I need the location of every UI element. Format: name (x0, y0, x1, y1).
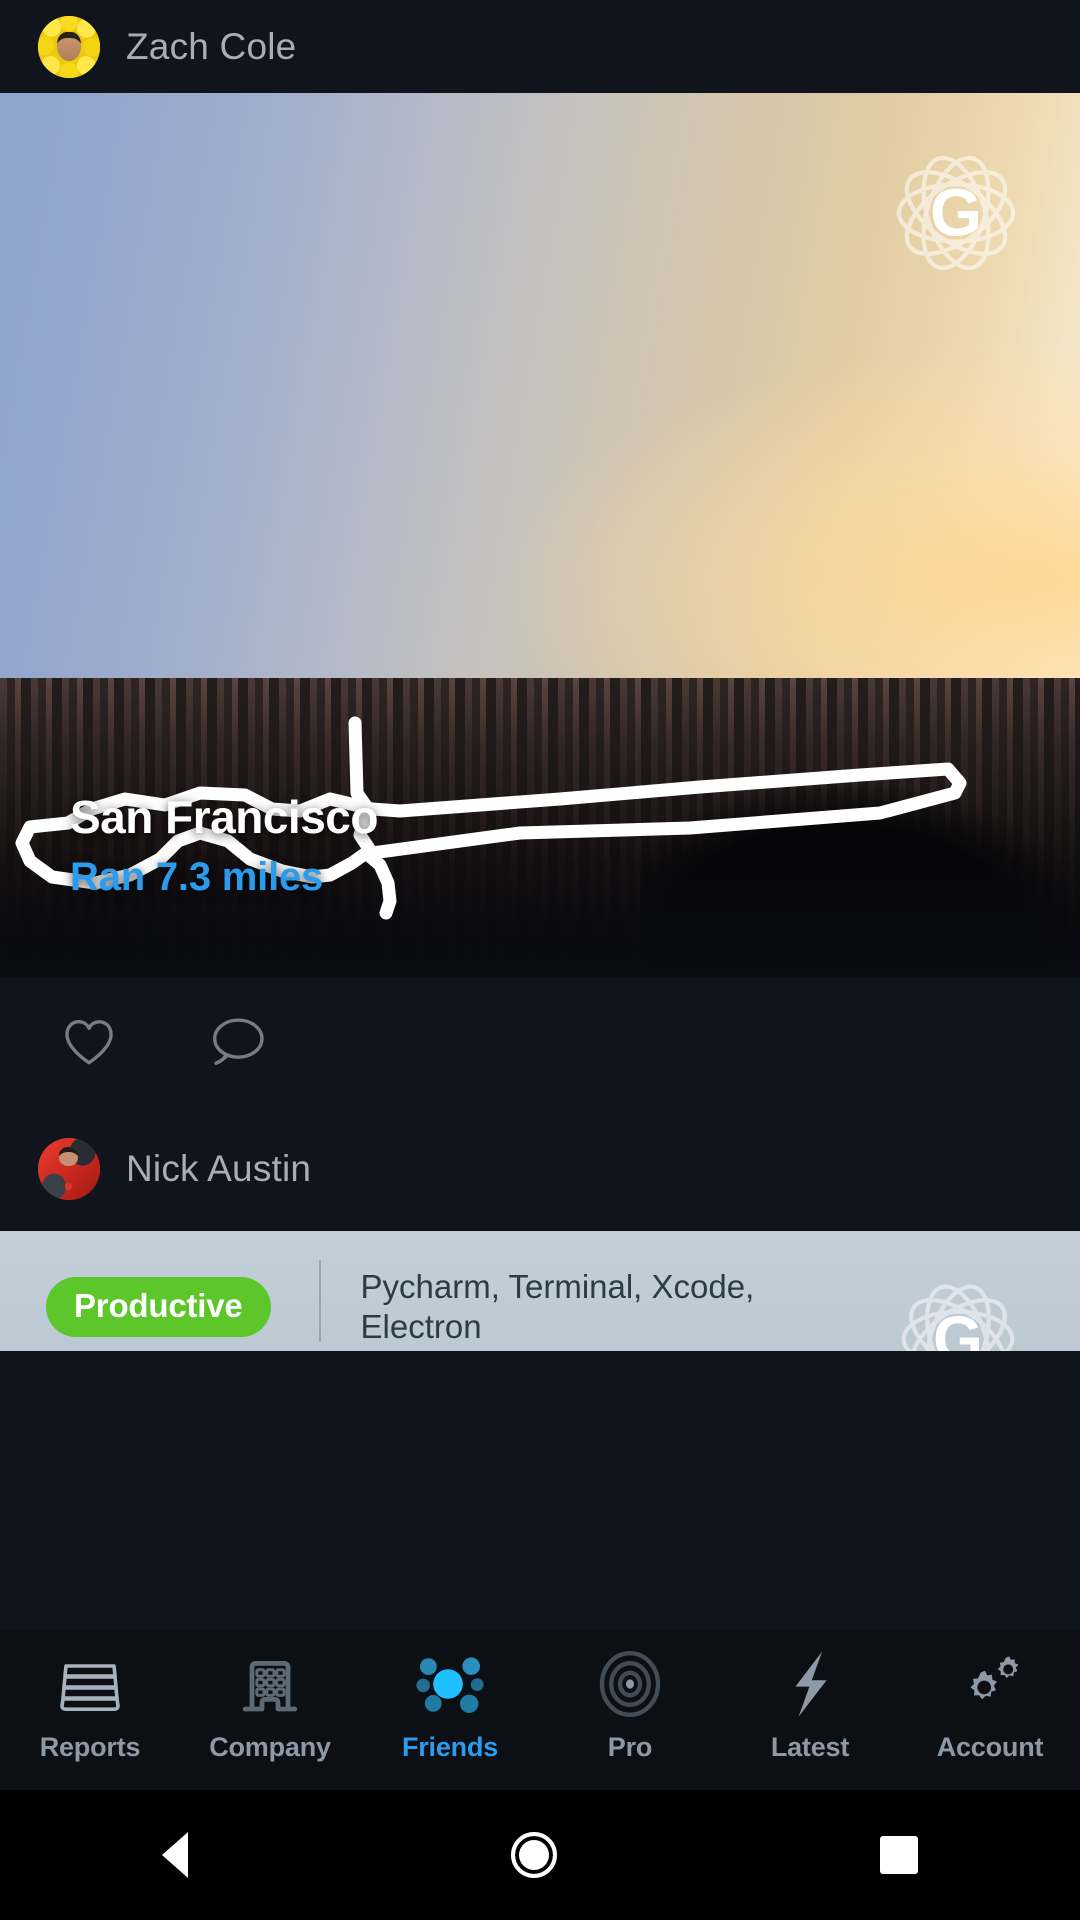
post-activity-card[interactable]: G Productive Pycharm, Terminal, Xcode, E… (0, 1231, 1080, 1351)
post-author-name[interactable]: Nick Austin (126, 1148, 311, 1190)
gears-icon (953, 1648, 1027, 1720)
post-photo-card[interactable]: G San Francisco Ran 7.3 miles (0, 93, 1080, 978)
tab-account[interactable]: Account (900, 1648, 1080, 1763)
like-button[interactable] (62, 1017, 116, 1067)
bottom-tab-bar: Reports Company Friends Pro Latest Accou… (0, 1630, 1080, 1790)
building-icon (236, 1648, 304, 1720)
tab-label: Reports (39, 1732, 141, 1762)
tab-label: Account (936, 1732, 1044, 1762)
heart-icon (65, 1020, 113, 1065)
target-icon (597, 1648, 663, 1720)
atom-logo-watermark: G (878, 1259, 1038, 1351)
home-circle-icon[interactable] (510, 1832, 557, 1878)
post-author-name[interactable]: Zach Cole (126, 26, 296, 68)
android-system-nav (0, 1790, 1080, 1920)
back-triangle-icon[interactable] (161, 1832, 188, 1878)
status-badge: Productive (46, 1277, 271, 1338)
comment-button[interactable] (208, 1016, 266, 1068)
post-author-bar[interactable]: Nick Austin (0, 1106, 1080, 1231)
tab-label: Latest (770, 1732, 850, 1762)
apps-used-list: Pycharm, Terminal, Xcode, Electron (361, 1267, 841, 1348)
comment-icon (213, 1018, 264, 1065)
tab-friends[interactable]: Friends (360, 1648, 540, 1763)
tab-reports[interactable]: Reports (0, 1648, 180, 1763)
stacked-layers-icon (54, 1648, 126, 1720)
atom-logo-letter: G (930, 176, 982, 251)
tab-label: Company (209, 1732, 331, 1762)
avatar[interactable] (38, 15, 100, 78)
activity-location: San Francisco (70, 791, 378, 844)
tab-label: Friends (401, 1732, 499, 1762)
photo-caption: San Francisco Ran 7.3 miles (70, 793, 378, 900)
apps-line-1: Pycharm, Terminal, Xcode, (360, 1268, 755, 1305)
recents-square-icon[interactable] (880, 1836, 919, 1874)
lightning-bolt-icon (781, 1648, 839, 1720)
vertical-divider (318, 1260, 321, 1343)
tab-pro[interactable]: Pro (540, 1648, 720, 1763)
tab-company[interactable]: Company (180, 1648, 360, 1763)
atom-logo-letter: G (933, 1303, 983, 1351)
post-author-bar[interactable]: Zach Cole (0, 0, 1080, 93)
tab-latest[interactable]: Latest (720, 1648, 900, 1763)
activity-summary: Ran 7.3 miles (70, 855, 324, 899)
apps-line-2: Electron (360, 1308, 482, 1346)
tab-label: Pro (607, 1732, 653, 1762)
post-actions (0, 978, 1080, 1106)
atom-logo-icon: G (896, 155, 1016, 271)
people-cluster-icon (414, 1648, 486, 1720)
avatar[interactable] (38, 1137, 100, 1200)
atom-logo-icon: G (901, 1284, 1015, 1351)
atom-logo-watermark: G (872, 129, 1040, 302)
